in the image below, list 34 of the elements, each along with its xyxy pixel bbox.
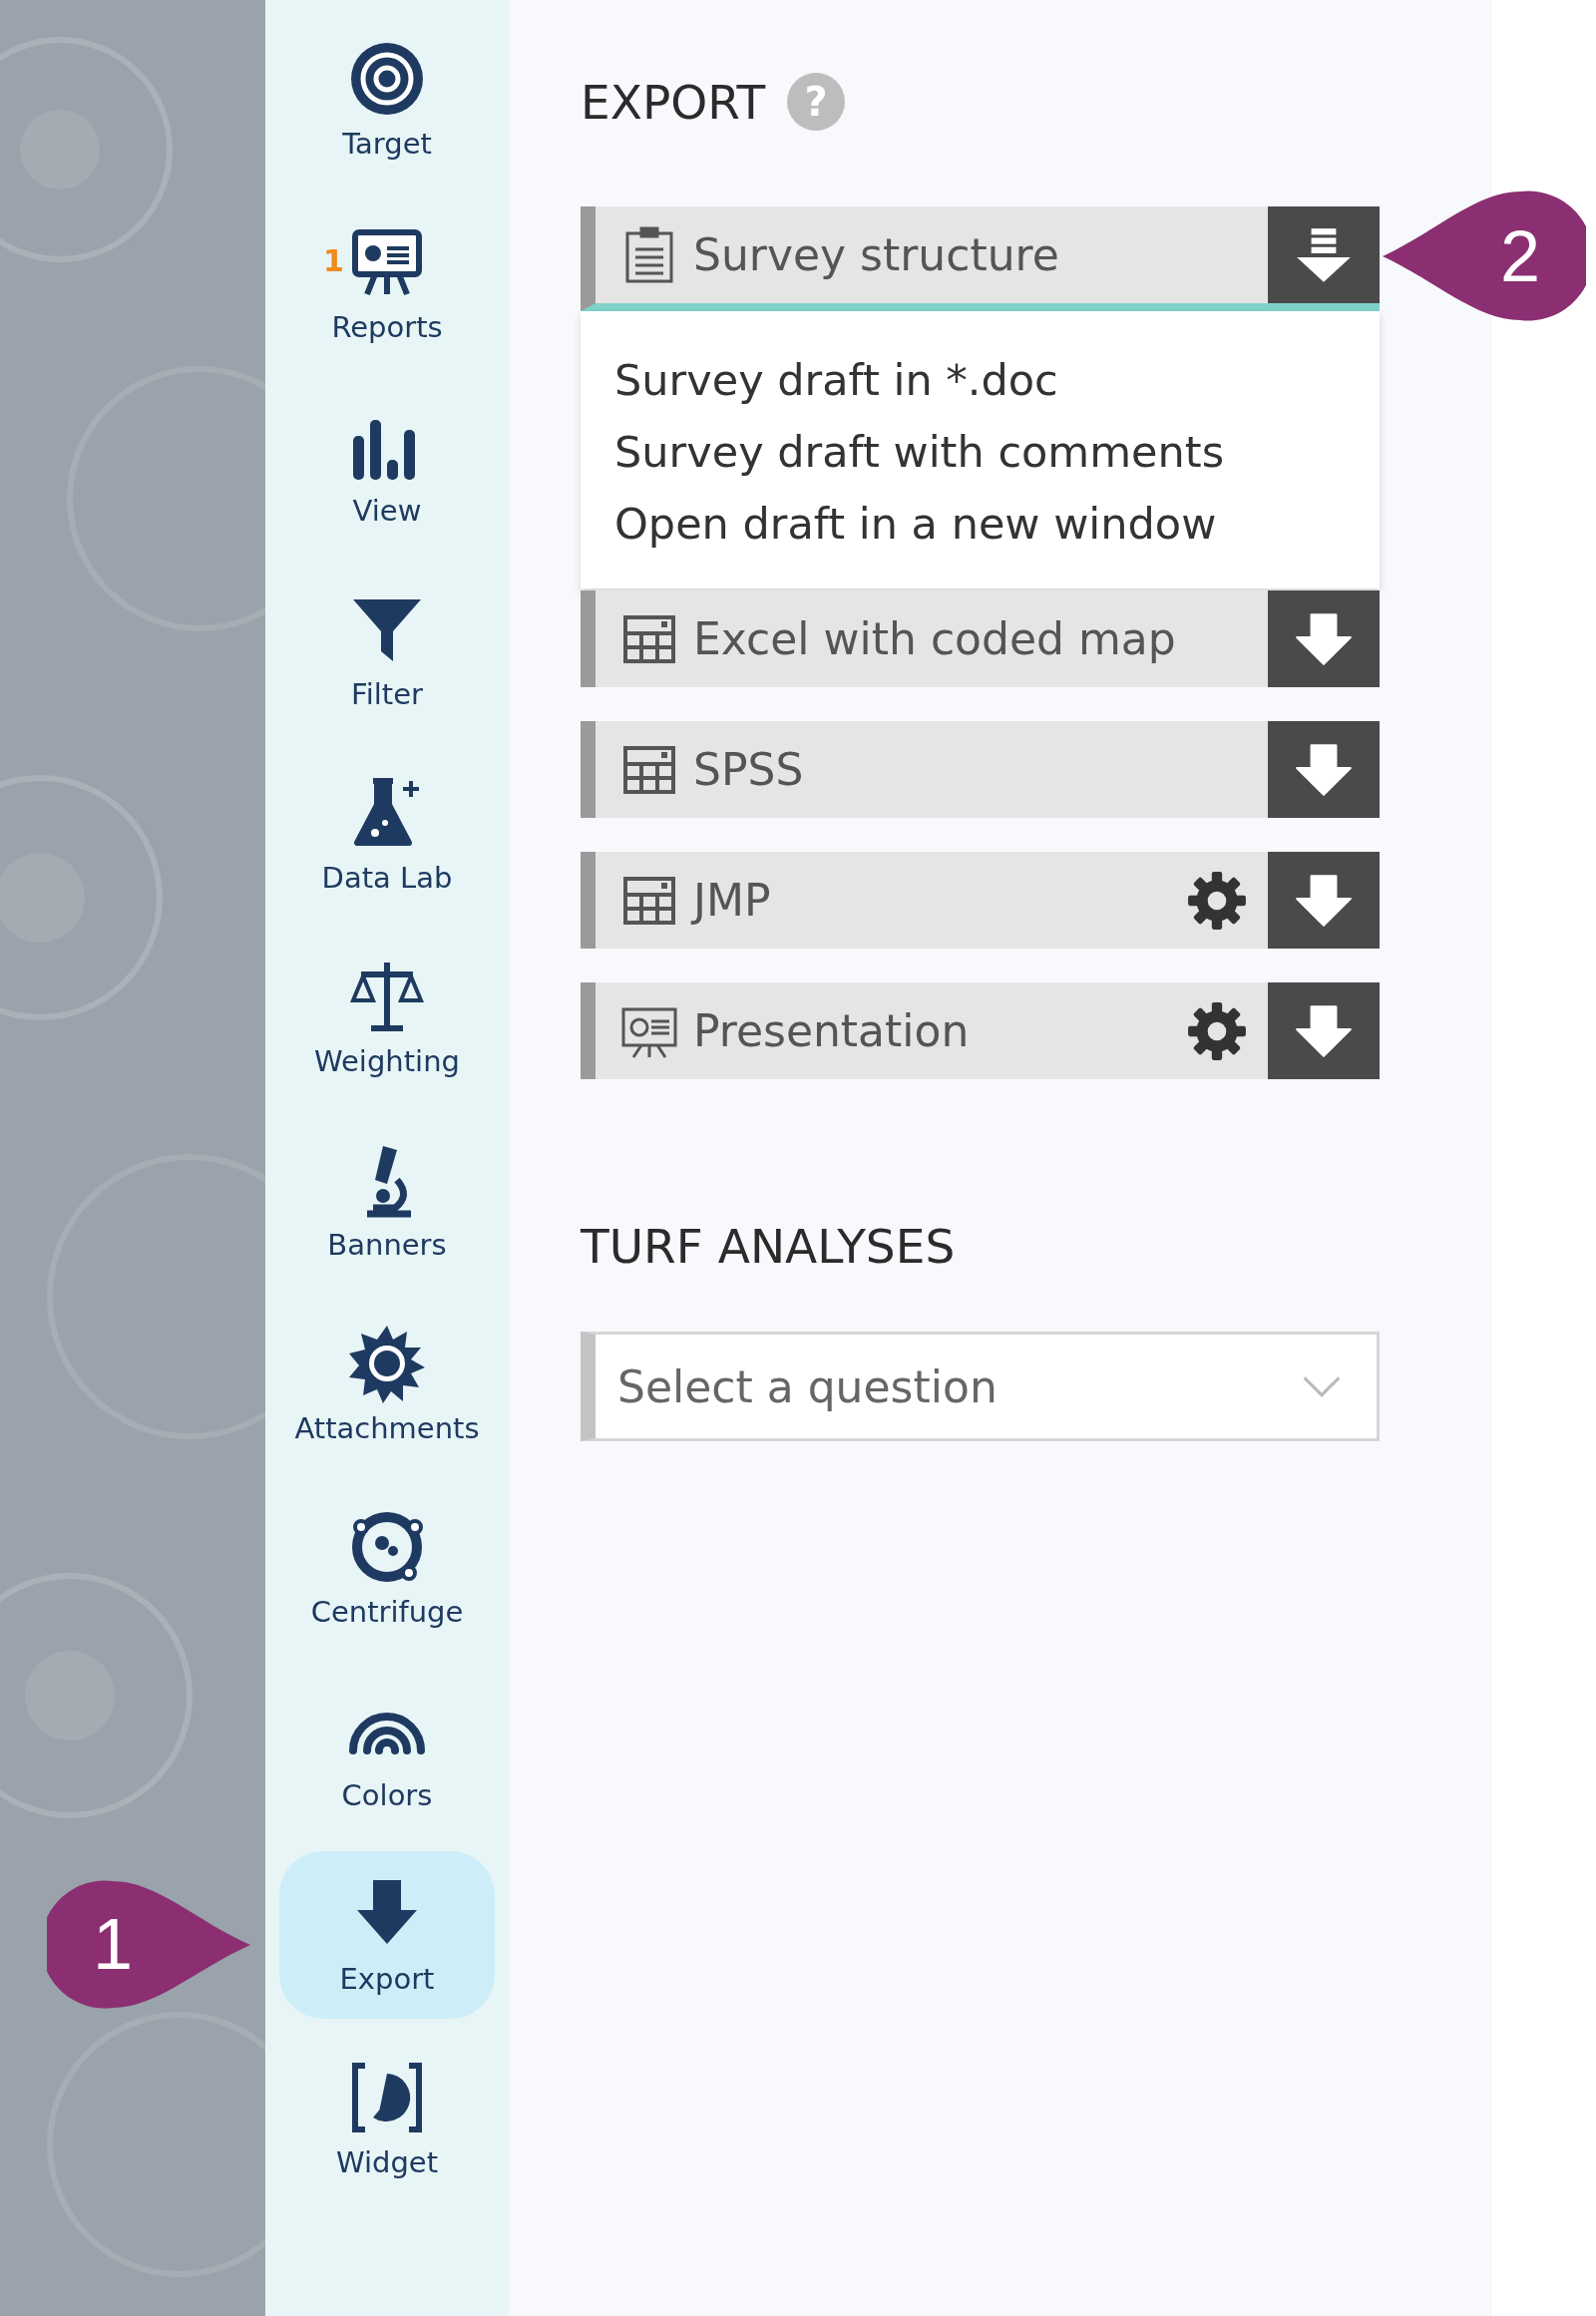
- settings-icon[interactable]: [1186, 999, 1248, 1062]
- export-row[interactable]: Excel with coded map: [581, 590, 1380, 687]
- export-row[interactable]: JMP: [581, 852, 1380, 949]
- settings-icon[interactable]: [1186, 869, 1248, 932]
- sidebar-item[interactable]: Data Lab: [279, 750, 495, 918]
- sidebar-item[interactable]: Centrifuge: [279, 1484, 495, 1652]
- section-title: TURF ANALYSES: [581, 1219, 957, 1274]
- sidebar-item[interactable]: Banners: [279, 1117, 495, 1285]
- download-button[interactable]: [1268, 590, 1380, 687]
- export-row[interactable]: Survey structure: [581, 206, 1380, 311]
- section-title: EXPORT: [581, 74, 766, 130]
- sidebar-item[interactable]: Filter: [279, 567, 495, 734]
- sidebar-item[interactable]: Target: [279, 16, 495, 184]
- download-button[interactable]: [1268, 721, 1380, 818]
- menu-item[interactable]: Survey draft with comments: [614, 421, 1225, 483]
- sidebar-item[interactable]: Colors: [279, 1668, 495, 1835]
- sidebar-item[interactable]: Widget: [279, 2035, 495, 2202]
- download-button[interactable]: [1268, 852, 1380, 949]
- export-row[interactable]: Presentation: [581, 982, 1380, 1079]
- callout-marker: 1: [47, 1879, 251, 2010]
- export-row[interactable]: SPSS: [581, 721, 1380, 818]
- sidebar-item[interactable]: View: [279, 383, 495, 551]
- sun-icon: [347, 1324, 427, 1403]
- menu-item[interactable]: Open draft in a new window: [614, 493, 1217, 555]
- sidebar-item[interactable]: Attachments: [279, 1301, 495, 1468]
- sidebar-item[interactable]: 1 Reports: [279, 199, 495, 367]
- download-button[interactable]: [1268, 982, 1380, 1079]
- menu-item[interactable]: Survey draft in *.doc: [614, 349, 1058, 411]
- question-select[interactable]: Select a question: [581, 1332, 1380, 1441]
- sidebar-item[interactable]: Weighting: [279, 934, 495, 1101]
- count-label: 1: [323, 246, 344, 276]
- sidebar-item[interactable]: Export: [279, 1851, 495, 2019]
- callout-marker: 2: [1382, 190, 1586, 322]
- menu-button[interactable]: [1268, 206, 1380, 303]
